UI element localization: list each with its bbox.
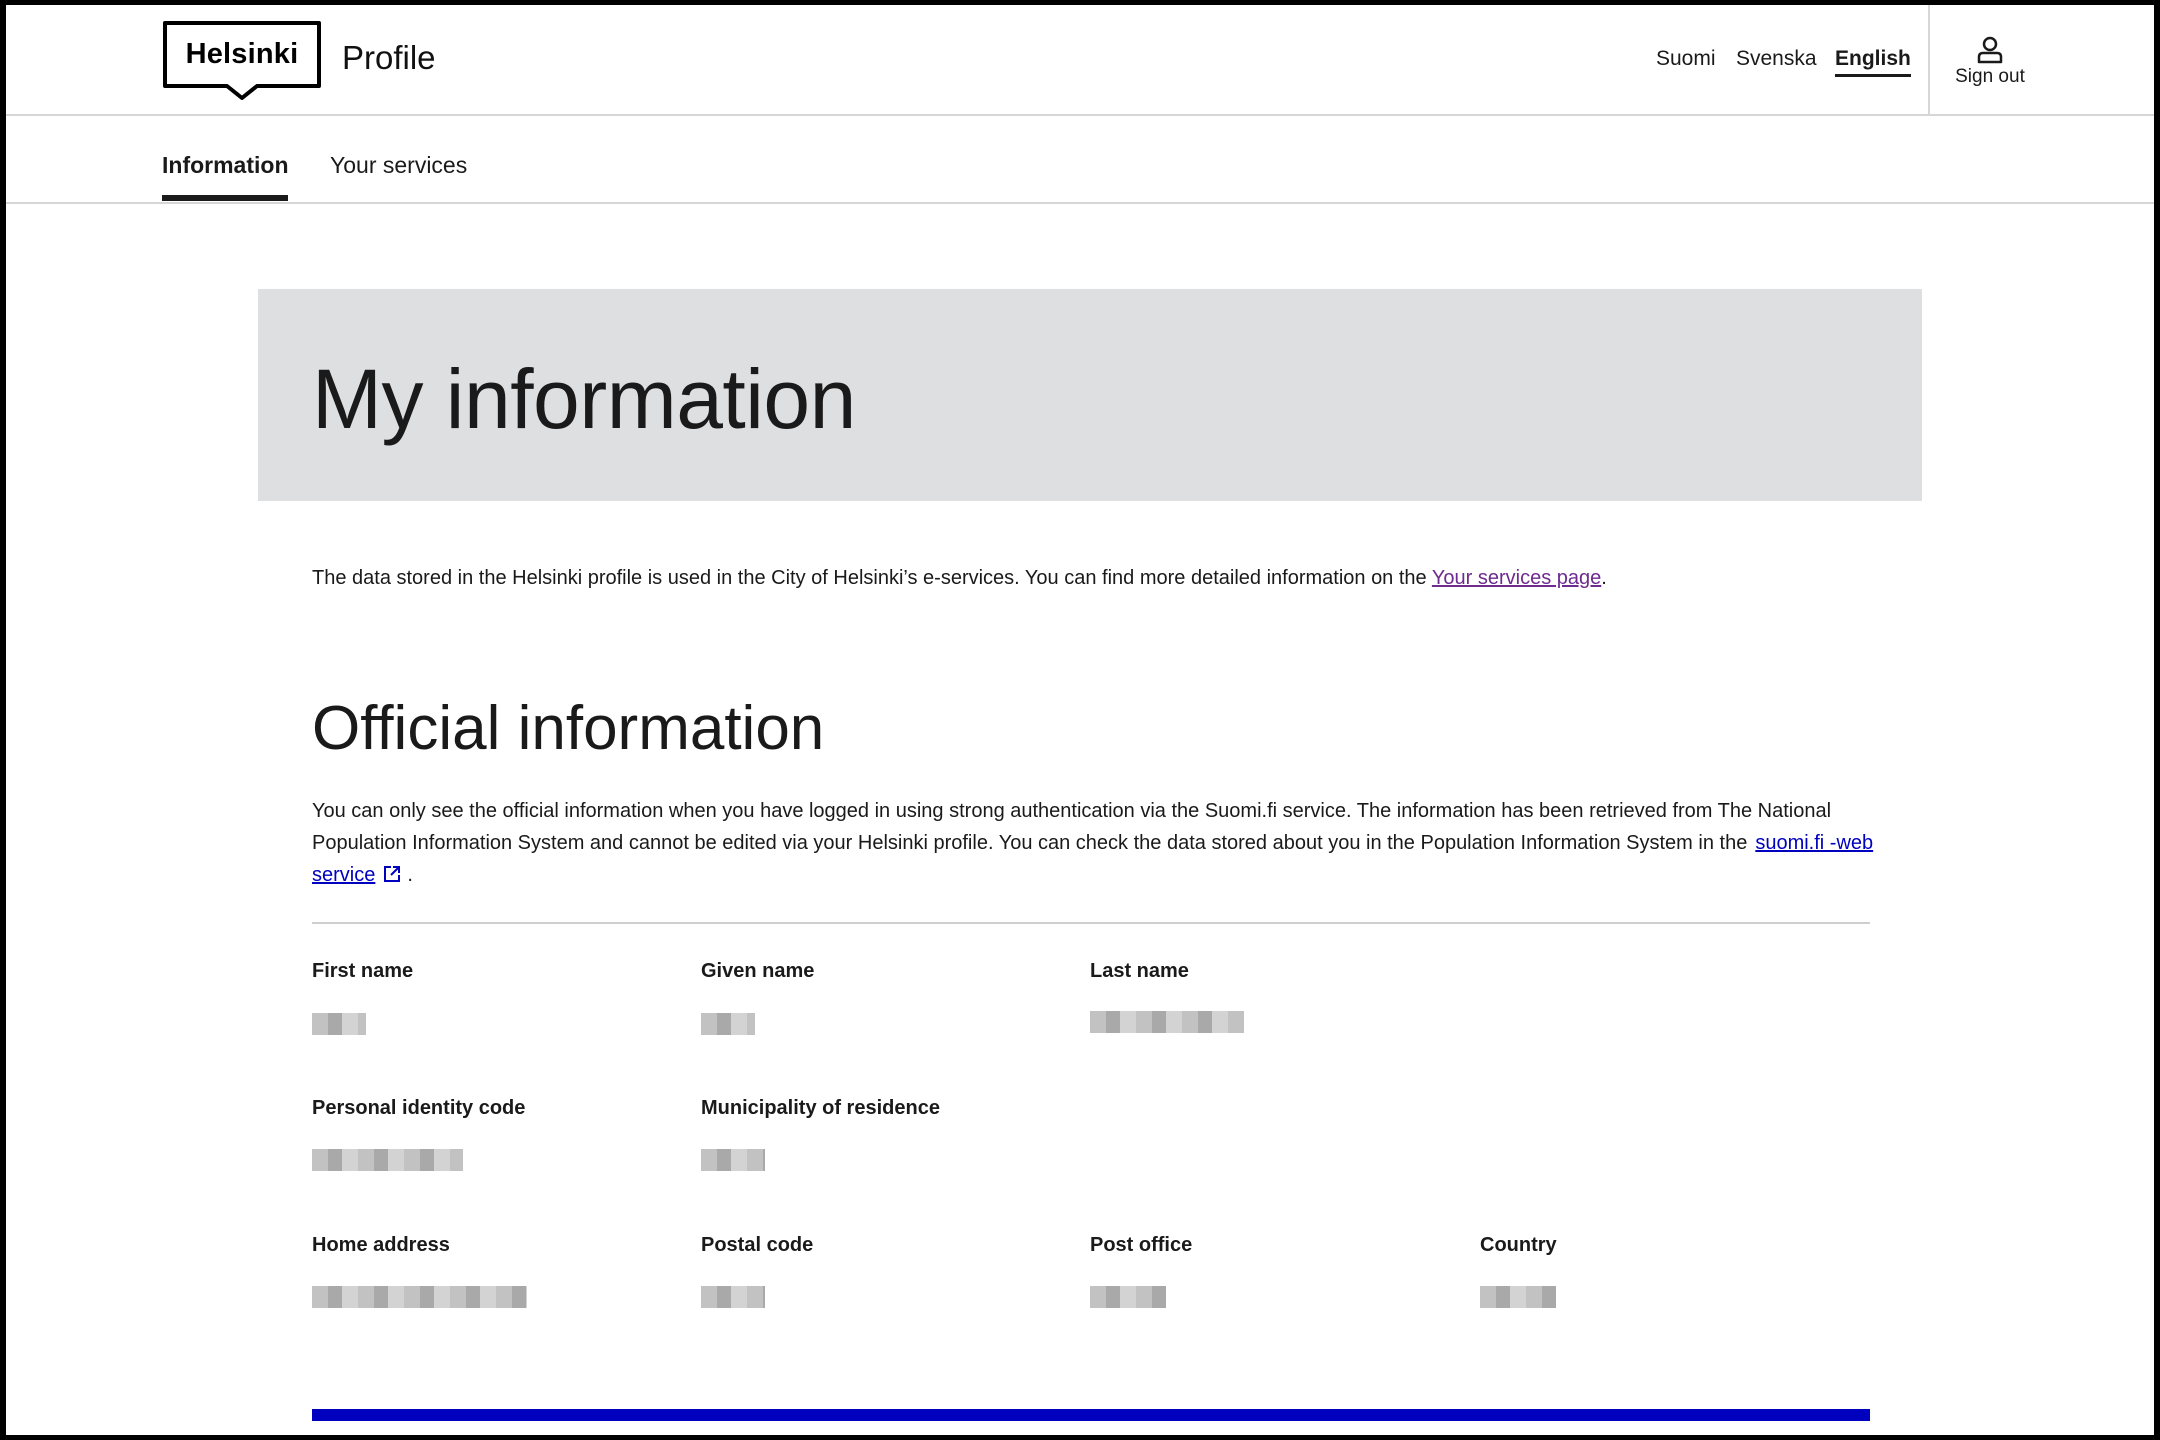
external-link-icon[interactable] — [383, 861, 401, 893]
personal-identity-code-value-redacted — [312, 1149, 463, 1171]
official-description-suffix: . — [407, 864, 413, 886]
municipality-value-redacted — [701, 1149, 765, 1171]
first-name-label: First name — [312, 960, 414, 982]
intro-text: The data stored in the Helsinki profile … — [312, 567, 1432, 589]
last-name-label: Last name — [1090, 960, 1189, 982]
postal-code-value-redacted — [701, 1286, 765, 1308]
page-title: My information — [312, 352, 856, 446]
home-address-value-redacted — [312, 1286, 527, 1308]
given-name-label: Given name — [701, 960, 815, 982]
user-icon — [1977, 36, 2003, 64]
your-services-link[interactable]: Your services page — [1432, 567, 1601, 589]
municipality-label: Municipality of residence — [701, 1097, 940, 1119]
hero-banner: My information — [258, 289, 1922, 501]
tab-bar: Information Your services — [6, 116, 2154, 204]
first-name-value-redacted — [312, 1013, 366, 1035]
language-suomi[interactable]: Suomi — [1656, 47, 1716, 71]
language-svenska[interactable]: Svenska — [1736, 47, 1817, 71]
helsinki-logo[interactable]: Helsinki — [161, 20, 323, 100]
post-office-value-redacted — [1090, 1286, 1166, 1308]
official-description-text: You can only see the official informatio… — [312, 800, 1832, 854]
given-name-value-redacted — [701, 1013, 755, 1035]
page-frame: Helsinki Profile Suomi Svenska English S… — [6, 5, 2154, 1435]
sign-out-button[interactable]: Sign out — [1928, 5, 2154, 116]
country-value-redacted — [1480, 1286, 1556, 1308]
app-name: Profile — [342, 39, 436, 76]
sign-out-label: Sign out — [1955, 66, 2025, 87]
tab-information[interactable]: Information — [162, 152, 289, 179]
country-label: Country — [1480, 1234, 1557, 1256]
accent-bar — [312, 1409, 1870, 1421]
intro-suffix: . — [1601, 567, 1607, 589]
last-name-value-redacted — [1090, 1011, 1244, 1033]
section-divider — [312, 922, 1870, 924]
site-header: Helsinki Profile Suomi Svenska English S… — [6, 5, 2154, 116]
active-tab-indicator — [162, 195, 288, 201]
language-english[interactable]: English — [1835, 47, 1911, 77]
logo-text: Helsinki — [185, 38, 299, 70]
official-information-heading: Official information — [312, 694, 825, 763]
post-office-label: Post office — [1090, 1234, 1193, 1256]
tab-your-services[interactable]: Your services — [330, 152, 467, 179]
intro-paragraph: The data stored in the Helsinki profile … — [312, 563, 1912, 593]
postal-code-label: Postal code — [701, 1234, 814, 1256]
official-information-description: You can only see the official informatio… — [312, 795, 1892, 893]
personal-identity-code-label: Personal identity code — [312, 1097, 526, 1119]
home-address-label: Home address — [312, 1234, 450, 1256]
